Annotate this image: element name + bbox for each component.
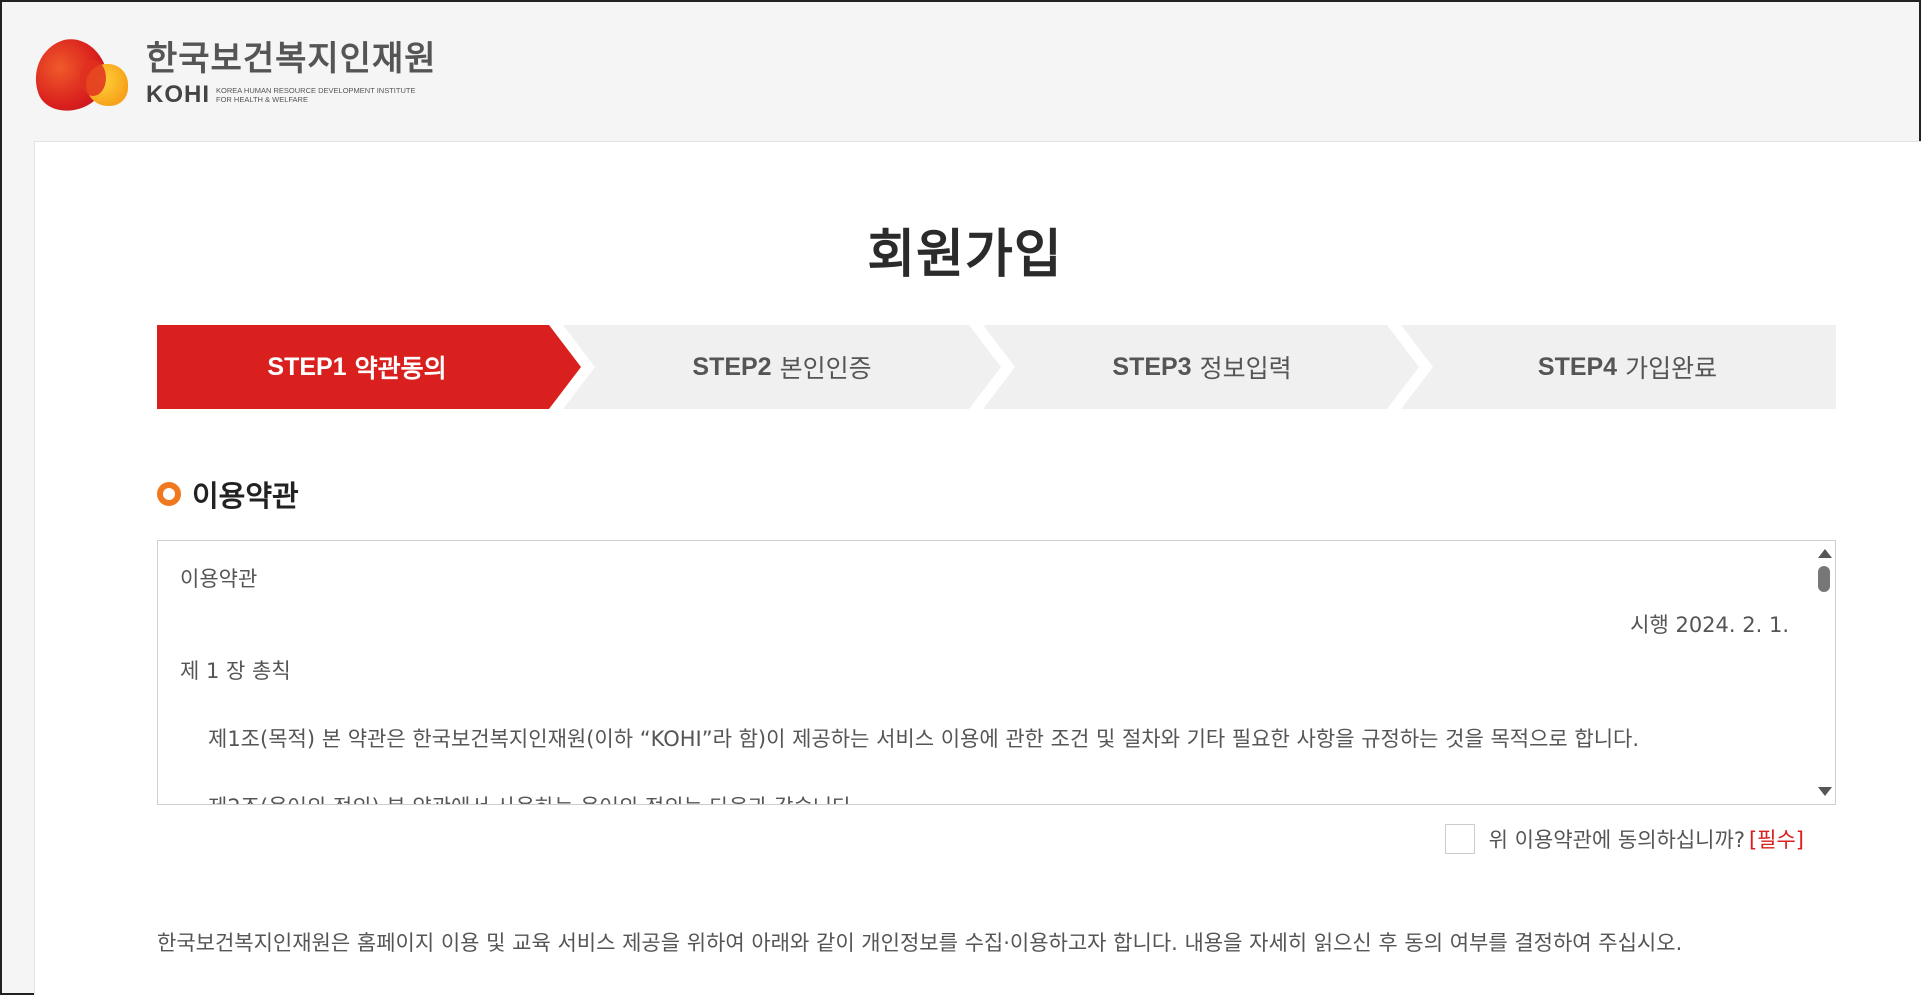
terms-effective-date: 시행 2024. 2. 1. (1630, 613, 1789, 637)
step-3-number: STEP3 (1112, 352, 1192, 381)
step-2-label: 본인인증 (779, 354, 872, 383)
step-3-label: 정보입력 (1199, 354, 1292, 383)
required-badge: [필수] (1748, 828, 1804, 852)
step-1-label: 약관동의 (354, 354, 447, 383)
privacy-notice: 한국보건복지인재원은 홈페이지 이용 및 교육 서비스 제공을 위하여 아래와 … (157, 931, 1683, 955)
step-1-number: STEP1 (267, 352, 347, 381)
terms-chapter: 제 1 장 총칙 (180, 659, 291, 683)
terms-scroll-box[interactable]: 이용약관 시행 2024. 2. 1. 제 1 장 총칙 제1조(목적) 본 약… (157, 540, 1836, 805)
main-panel: 회원가입 STEP1 약관동의 STEP2 본인인증 STEP3 정보입력 ST… (34, 141, 1921, 995)
site-header: 한국보건복지인재원 KOHI KOREA HUMAN RESOURCE DEVE… (2, 2, 1919, 140)
terms-article-2: 제2조(용어의 정의) 본 약관에서 사용하는 용어의 정의는 다음과 같습니다… (208, 791, 858, 804)
bullet-circle-icon (157, 482, 181, 506)
step-4: STEP4 가입완료 (1419, 325, 1836, 409)
step-2: STEP2 본인인증 (577, 325, 987, 409)
kohi-logo[interactable]: 한국보건복지인재원 KOHI KOREA HUMAN RESOURCE DEVE… (24, 29, 437, 121)
logo-english-name: KOREA HUMAN RESOURCE DEVELOPMENT INSTITU… (216, 86, 416, 104)
terms-agree-label[interactable]: 위 이용약관에 동의하십니까? (1489, 824, 1745, 854)
scroll-thumb[interactable] (1818, 566, 1830, 592)
terms-agree-row: 위 이용약관에 동의하십니까? [필수] (1444, 824, 1804, 854)
scroll-up-arrow-icon[interactable] (1818, 549, 1832, 558)
logo-kohi: KOHI (146, 81, 210, 108)
terms-heading: 이용약관 (192, 479, 299, 513)
terms-article-1: 제1조(목적) 본 약관은 한국보건복지인재원(이하 “KOHI”라 함)이 제… (208, 727, 1640, 751)
terms-scrollbar[interactable] (1813, 541, 1835, 804)
terms-section-heading: 이용약관 (157, 473, 299, 515)
signup-steps: STEP1 약관동의 STEP2 본인인증 STEP3 정보입력 STEP4 가… (157, 325, 1836, 409)
kohi-logo-mark-icon (24, 29, 132, 121)
logo-text: 한국보건복지인재원 KOHI KOREA HUMAN RESOURCE DEVE… (146, 39, 437, 109)
terms-agree-checkbox[interactable] (1444, 824, 1475, 854)
step-4-label: 가입완료 (1625, 354, 1718, 383)
scroll-down-arrow-icon[interactable] (1818, 787, 1832, 796)
logo-korean-name: 한국보건복지인재원 (146, 39, 437, 79)
page-title: 회원가입 (867, 225, 1063, 285)
step-1: STEP1 약관동의 (157, 325, 557, 409)
step-2-number: STEP2 (692, 352, 772, 381)
step-3: STEP3 정보입력 (997, 325, 1407, 409)
step-4-number: STEP4 (1537, 352, 1618, 381)
terms-title: 이용약관 (180, 567, 258, 591)
